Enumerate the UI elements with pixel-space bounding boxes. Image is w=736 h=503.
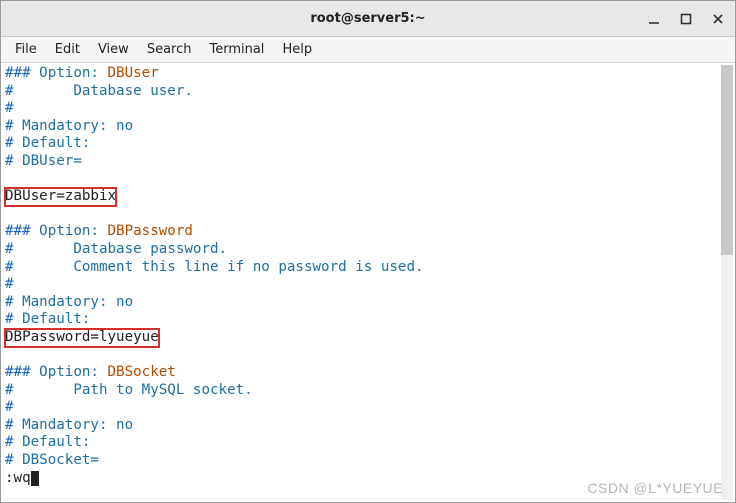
- terminal-area[interactable]: ### Option: DBUser# Database user.## Man…: [1, 63, 735, 502]
- terminal-line: #: [5, 399, 731, 417]
- window-title: root@server5:~: [310, 11, 425, 26]
- scrollbar-thumb[interactable]: [721, 65, 733, 255]
- titlebar: root@server5:~: [1, 1, 735, 37]
- terminal-line: ### Option: DBUser: [5, 65, 731, 83]
- terminal-line: # Mandatory: no: [5, 417, 731, 435]
- cursor-icon: [31, 471, 39, 486]
- highlighted-assignment: DBUser=zabbix: [5, 188, 116, 206]
- terminal-line: # DBSocket=: [5, 452, 731, 470]
- menu-edit[interactable]: Edit: [47, 39, 88, 60]
- terminal-line: # Path to MySQL socket.: [5, 382, 731, 400]
- menu-terminal[interactable]: Terminal: [201, 39, 272, 60]
- menu-search[interactable]: Search: [139, 39, 200, 60]
- terminal-line: [5, 347, 731, 365]
- terminal-line: DBPassword=lyueyue: [5, 329, 731, 347]
- window-controls: [647, 1, 725, 37]
- close-icon[interactable]: [711, 12, 725, 26]
- terminal-line: DBUser=zabbix: [5, 188, 731, 206]
- menu-help[interactable]: Help: [274, 39, 320, 60]
- terminal-line: # Default:: [5, 434, 731, 452]
- terminal-line: # Default:: [5, 311, 731, 329]
- minimize-icon[interactable]: [647, 12, 661, 26]
- terminal-line: ### Option: DBSocket: [5, 364, 731, 382]
- vim-command-line[interactable]: :wq: [5, 470, 731, 488]
- terminal-line: #: [5, 276, 731, 294]
- terminal-line: # DBUser=: [5, 153, 731, 171]
- terminal-line: # Comment this line if no password is us…: [5, 259, 731, 277]
- terminal-line: # Mandatory: no: [5, 118, 731, 136]
- maximize-icon[interactable]: [679, 12, 693, 26]
- terminal-line: ### Option: DBPassword: [5, 223, 731, 241]
- terminal-line: [5, 171, 731, 189]
- menu-file[interactable]: File: [7, 39, 45, 60]
- terminal-line: # Default:: [5, 135, 731, 153]
- menu-view[interactable]: View: [90, 39, 137, 60]
- terminal-line: # Database password.: [5, 241, 731, 259]
- highlighted-assignment: DBPassword=lyueyue: [5, 329, 159, 347]
- menubar: File Edit View Search Terminal Help: [1, 37, 735, 63]
- terminal-line: # Database user.: [5, 83, 731, 101]
- terminal-line: #: [5, 100, 731, 118]
- terminal-line: [5, 206, 731, 224]
- terminal-line: # Mandatory: no: [5, 294, 731, 312]
